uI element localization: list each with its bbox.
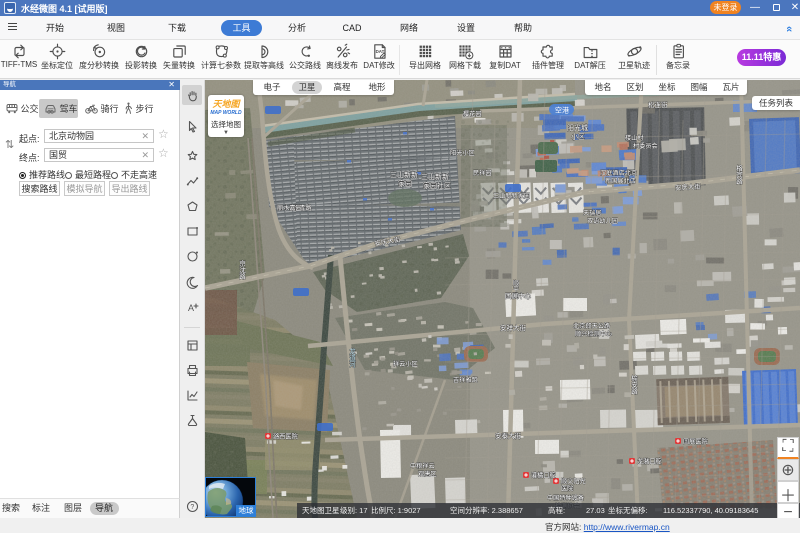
svg-text:家园社区: 家园社区 [423,181,451,190]
svg-text:松连街: 松连街 [648,100,668,109]
svg-text:天瑞居: 天瑞居 [583,209,602,217]
svg-text:三山新新: 三山新新 [390,170,418,179]
svg-text:吉祥雅筑: 吉祥雅筑 [453,376,479,384]
svg-text:安泰大街: 安泰大街 [495,431,522,440]
svg-text:灌橘口腔: 灌橘口腔 [531,472,556,480]
svg-text:国展中心: 国展中心 [505,291,532,300]
svg-text:观唐区: 观唐区 [418,470,437,478]
svg-text:A: A [188,303,194,313]
svg-text:医院: 医院 [561,485,573,493]
svg-text:新国展北店: 新国展北店 [605,177,636,185]
svg-text:三山新新: 三山新新 [421,172,449,181]
svg-text:祥云小区: 祥云小区 [393,360,418,368]
svg-text:中国特种设备: 中国特种设备 [547,494,585,502]
svg-text:樱花园: 樱花园 [463,110,482,118]
svg-text:阳光小区: 阳光小区 [450,149,475,157]
svg-text:中粮祥云: 中粮祥云 [410,462,435,470]
svg-text:顺兴检测中心: 顺兴检测中心 [575,330,612,338]
svg-text:汉庭酒店北京: 汉庭酒店北京 [600,169,637,177]
svg-text:龙潴口腔: 龙潴口腔 [637,458,662,466]
svg-text:小区: 小区 [571,132,585,141]
svg-text:三山新新家园: 三山新新家园 [493,192,530,200]
svg-text:潞西医院: 潞西医院 [273,433,298,441]
svg-text:民祥园: 民祥园 [473,169,492,177]
svg-text:楼山村: 楼山村 [625,134,644,142]
svg-text:村委员会: 村委员会 [633,142,658,150]
svg-text:阳光城: 阳光城 [567,123,588,132]
svg-text:空港: 空港 [555,106,569,115]
svg-text:家园: 家园 [398,179,412,188]
svg-text:北京郎天公路: 北京郎天公路 [573,322,611,330]
svg-text:顺义阳光: 顺义阳光 [561,478,586,486]
svg-text:国展医院: 国展医院 [683,438,708,446]
svg-text:?: ? [190,504,194,511]
svg-text:双语幼儿园: 双语幼儿园 [587,217,618,225]
svg-text:丽水嘉园: 丽水嘉园 [277,204,302,212]
svg-text:安祥大街: 安祥大街 [500,323,527,332]
